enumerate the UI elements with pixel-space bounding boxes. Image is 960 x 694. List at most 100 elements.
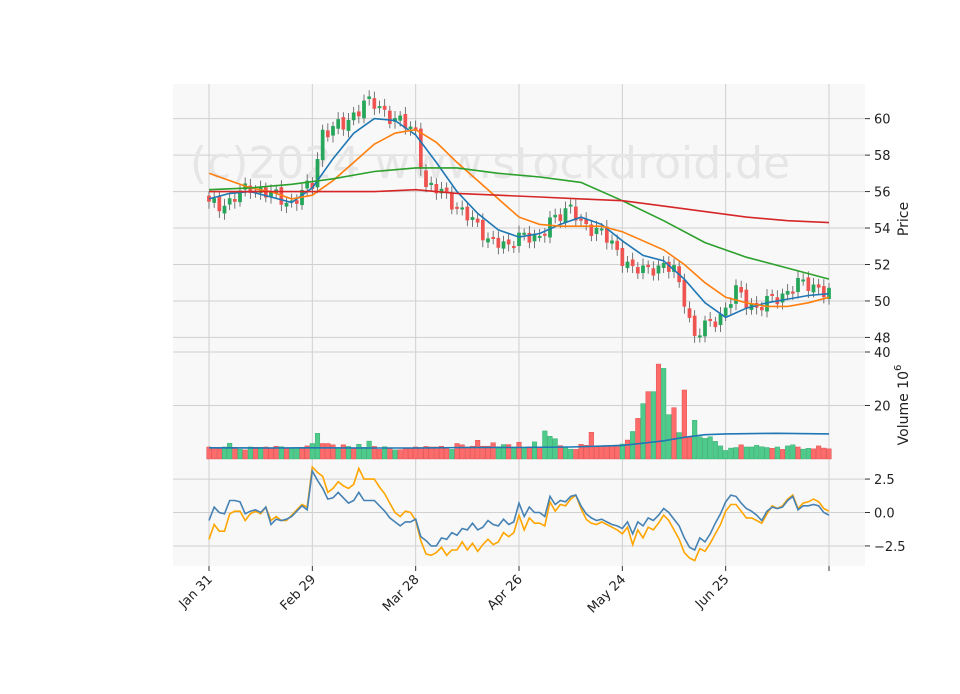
volume-bar xyxy=(516,441,522,460)
price-candle xyxy=(227,198,232,205)
volume-bar xyxy=(635,418,641,460)
price-candle xyxy=(460,207,465,210)
price-candle xyxy=(558,214,563,222)
volume-bar xyxy=(320,443,326,460)
volume-bar xyxy=(759,446,765,460)
volume-bar xyxy=(624,439,631,460)
price-candle xyxy=(646,264,651,268)
price-candle xyxy=(713,321,718,328)
volume-bar xyxy=(645,391,651,460)
volume-bar xyxy=(779,449,786,460)
price-candle xyxy=(351,112,356,121)
volume-y-tick-label: 40 xyxy=(874,346,891,361)
volume-bar xyxy=(397,449,403,460)
indicator-y-tick-label: 0.0 xyxy=(874,507,895,522)
volume-bar xyxy=(728,447,734,460)
price-y-tick-label: 52 xyxy=(874,258,891,273)
price-y-tick-label: 58 xyxy=(874,149,891,164)
volume-bar xyxy=(211,447,217,460)
volume-bar xyxy=(309,443,315,460)
x-tick-label: Jun 25 xyxy=(692,572,732,612)
volume-bar xyxy=(821,447,827,460)
price-candle xyxy=(801,279,806,282)
x-tick-label: Apr 26 xyxy=(485,572,526,613)
price-candle xyxy=(594,227,599,235)
price-candle xyxy=(739,287,744,293)
price-y-tick-label: 60 xyxy=(874,113,891,128)
x-tick-label: Mar 28 xyxy=(380,572,423,615)
price-candle xyxy=(661,262,666,268)
price-candle xyxy=(641,265,645,273)
price-candle xyxy=(372,98,377,109)
price-candle xyxy=(377,106,382,109)
volume-axis-label-exponent: 6 xyxy=(893,365,904,371)
price-axis-label: Price xyxy=(896,202,912,236)
price-candle xyxy=(506,239,511,245)
price-candle xyxy=(294,200,299,204)
volume-bar xyxy=(785,445,791,460)
indicator-y-tick-label: −2.5 xyxy=(874,540,906,555)
volume-bar xyxy=(340,444,346,460)
volume-bar xyxy=(604,445,610,460)
volume-bar xyxy=(325,443,331,460)
volume-bar xyxy=(247,446,253,460)
volume-bar xyxy=(681,389,687,460)
price-candle xyxy=(449,193,454,210)
price-candle xyxy=(697,335,702,338)
volume-axis-label: Volume 106 xyxy=(893,365,912,446)
volume-bar xyxy=(599,445,605,460)
volume-bar xyxy=(568,448,574,460)
x-tick-label: Feb 29 xyxy=(278,572,320,614)
price-candle xyxy=(517,232,521,247)
price-candle xyxy=(511,246,516,249)
price-candle xyxy=(759,307,764,311)
volume-bar xyxy=(521,447,527,460)
volume-bar xyxy=(661,368,667,460)
volume-bar xyxy=(356,444,362,460)
price-candle xyxy=(522,232,527,235)
price-candle xyxy=(630,259,635,267)
volume-bar xyxy=(640,403,646,460)
volume-bar xyxy=(221,446,228,460)
price-candle xyxy=(728,304,733,308)
price-candle xyxy=(796,278,800,293)
volume-y-tick-label: 20 xyxy=(874,400,891,415)
price-candle xyxy=(367,96,372,99)
price-candle xyxy=(615,240,620,250)
volume-bar xyxy=(490,442,496,460)
volume-bar xyxy=(573,449,579,460)
price-candle xyxy=(346,119,351,131)
volume-bar xyxy=(454,443,460,460)
volume-bar xyxy=(552,438,558,460)
volume-bar xyxy=(702,438,708,460)
volume-bar xyxy=(475,440,481,460)
volume-bar xyxy=(428,446,434,460)
price-candle xyxy=(424,170,428,187)
price-candle xyxy=(341,117,346,130)
volume-bar xyxy=(361,447,367,460)
volume-bar xyxy=(449,449,455,460)
volume-bar xyxy=(227,443,233,460)
watermark: (c)2024 www.stockdroid.de xyxy=(190,138,790,189)
volume-bar xyxy=(676,432,682,460)
volume-bar xyxy=(366,440,372,460)
volume-bar xyxy=(542,430,548,460)
volume-bar xyxy=(289,448,295,460)
volume-bar xyxy=(526,446,532,460)
price-candle xyxy=(408,126,413,129)
price-candle xyxy=(806,277,811,292)
price-candle xyxy=(465,206,470,221)
price-candle xyxy=(542,233,547,236)
volume-bar xyxy=(593,446,600,460)
price-candle xyxy=(470,217,475,220)
volume-bar xyxy=(769,448,775,460)
volume-bar xyxy=(748,446,755,460)
volume-bar xyxy=(810,448,817,460)
volume-bar xyxy=(723,450,729,460)
volume-bar xyxy=(795,446,801,460)
price-candle xyxy=(682,279,687,307)
volume-bar xyxy=(335,447,341,460)
volume-bar xyxy=(376,449,383,460)
price-candle xyxy=(703,320,707,337)
price-candle xyxy=(382,105,387,110)
